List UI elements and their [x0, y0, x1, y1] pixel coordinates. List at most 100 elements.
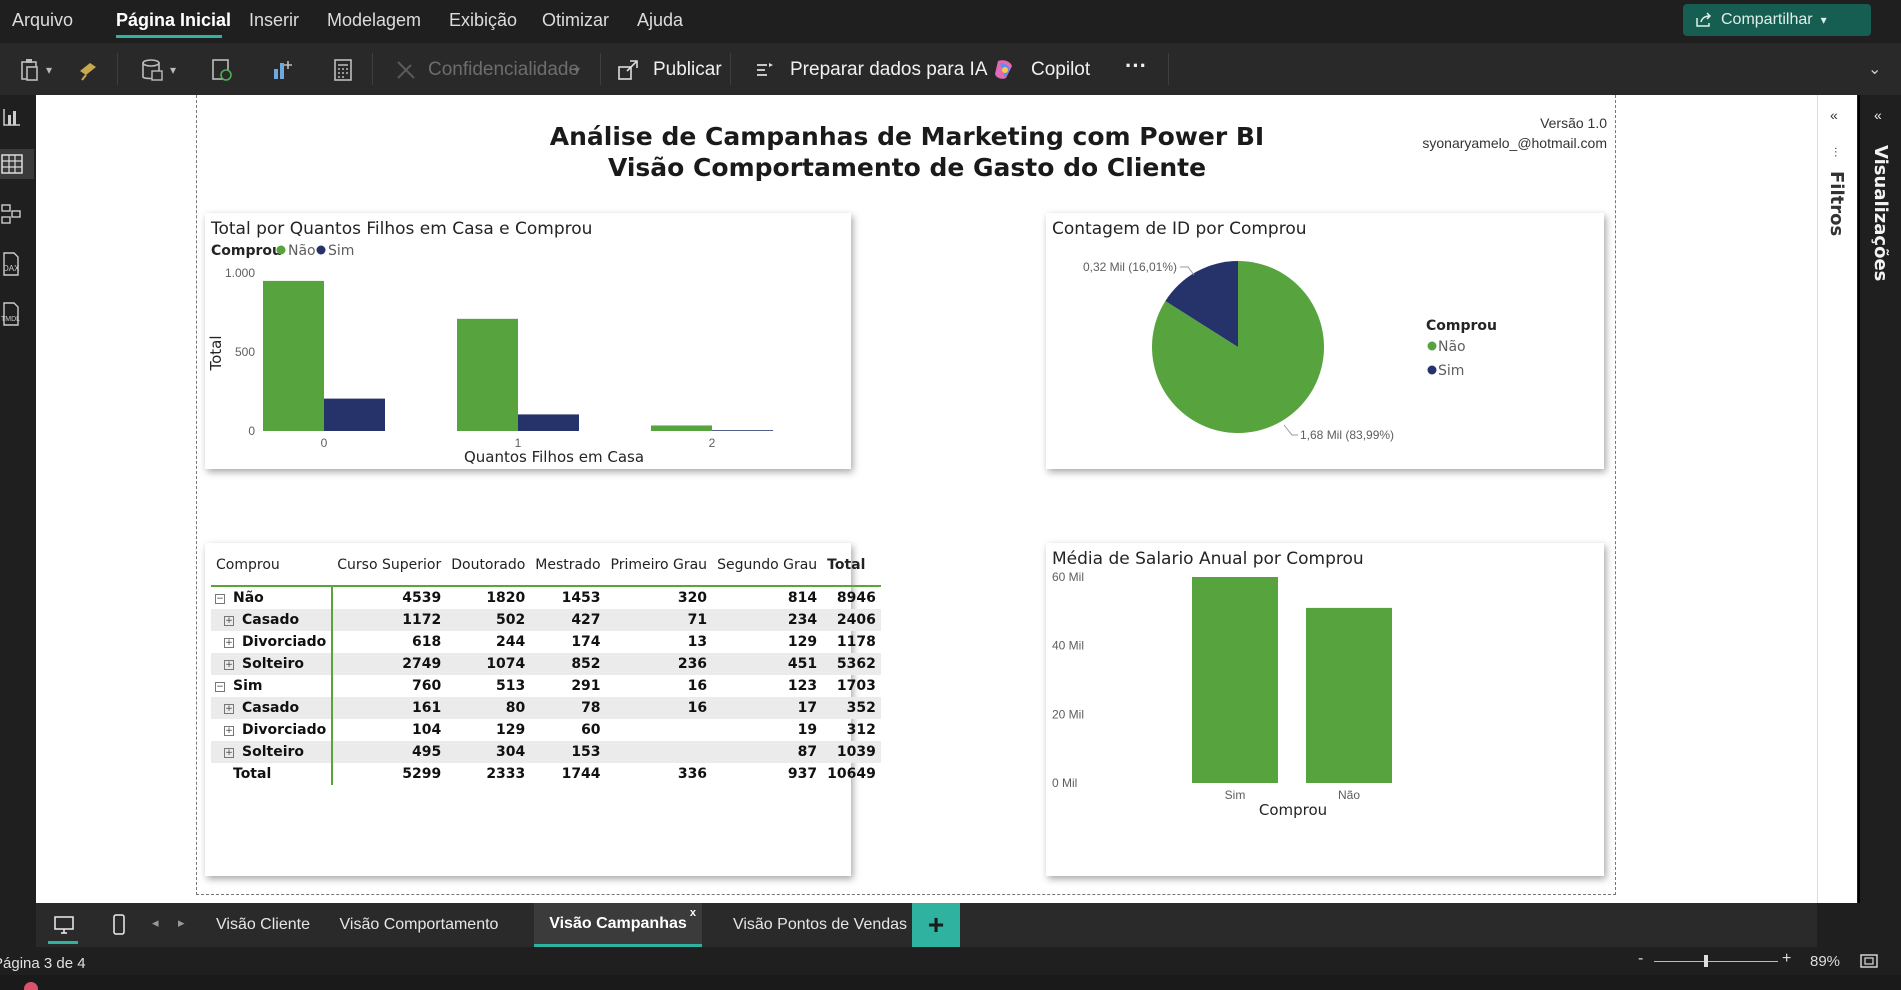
tab-visao-cliente[interactable]: Visão Cliente [208, 903, 318, 947]
paste-icon[interactable] [18, 57, 44, 83]
row-header[interactable]: + Casado [211, 609, 334, 631]
expand-icon[interactable]: + [224, 748, 234, 758]
visualizations-label[interactable]: Visualizações [1870, 145, 1891, 281]
tmdl-view-icon[interactable]: TMDL [0, 299, 34, 329]
row-header[interactable]: Total [211, 763, 334, 785]
tab-visao-campanhas[interactable]: Visão Campanhas x [534, 903, 702, 947]
row-header[interactable]: + Solteiro [211, 741, 334, 763]
model-view-icon[interactable] [0, 199, 34, 229]
fit-to-page-icon[interactable] [1860, 954, 1878, 968]
data-label-nao: 1,68 Mil (83,99%) [1300, 428, 1394, 442]
table-row[interactable]: + Casado 161 80 78 16 17 352 [211, 697, 881, 719]
matrix-header[interactable]: Doutorado [446, 549, 530, 586]
expand-icon[interactable]: + [224, 660, 234, 670]
get-data-icon[interactable] [140, 57, 166, 83]
collapse-icon[interactable]: − [215, 594, 225, 604]
menu-arquivo[interactable]: Arquivo [12, 10, 73, 31]
toolbar-separator [600, 53, 601, 85]
legend-marker [1427, 365, 1437, 375]
collapse-visualizations-icon[interactable]: « [1874, 107, 1882, 123]
table-row[interactable]: + Casado 1172 502 427 71 234 2406 [211, 609, 881, 631]
row-header[interactable]: + Divorciado [211, 719, 334, 741]
table-row[interactable]: Total 5299 2333 1744 336 937 10649 [211, 763, 881, 785]
author-email: syonaryamelo_@hotmail.com [1422, 135, 1607, 151]
chevron-down-icon: ▾ [574, 63, 581, 77]
prepare-data-icon[interactable] [753, 57, 779, 83]
visualizations-pane[interactable]: « Visualizações [1858, 95, 1901, 903]
refresh-icon[interactable] [209, 57, 235, 83]
table-row[interactable]: + Divorciado 618 244 174 13 129 1178 [211, 631, 881, 653]
calculator-icon[interactable] [330, 57, 356, 83]
tab-visao-pontos-de-vendas[interactable]: Visão Pontos de Vendas [722, 903, 918, 947]
table-cell: 427 [530, 609, 606, 631]
expand-icon[interactable]: + [224, 638, 234, 648]
matrix-header[interactable]: Segundo Grau [712, 549, 822, 586]
desktop-layout-icon[interactable] [52, 913, 76, 937]
collapse-icon[interactable]: − [215, 682, 225, 692]
comprou-pie-chart[interactable]: Contagem de ID por Comprou 0,32 Mil (16,… [1046, 213, 1604, 469]
toolbar-separator [1168, 53, 1169, 85]
row-header[interactable]: − Sim [211, 675, 334, 697]
table-cell: 760 [411, 678, 442, 694]
copilot-icon[interactable] [992, 57, 1018, 83]
salario-bar-chart[interactable]: Média de Salario Anual por Comprou 0 Mil… [1046, 543, 1604, 876]
collapse-filters-icon[interactable]: « [1830, 107, 1838, 123]
dax-query-icon[interactable]: DAX [0, 249, 34, 279]
table-row[interactable]: + Divorciado 104 129 60 19 312 [211, 719, 881, 741]
zoom-in-icon[interactable]: + [1782, 950, 1791, 968]
publicar-button[interactable]: Publicar [653, 59, 722, 81]
filters-label[interactable]: Filtros [1826, 171, 1847, 236]
tab-visao-comportamento[interactable]: Visão Comportamento [334, 903, 504, 947]
report-view-icon[interactable] [0, 101, 34, 131]
menu-otimizar[interactable]: Otimizar [542, 10, 609, 31]
zoom-slider-thumb[interactable] [1704, 955, 1708, 967]
row-label: Casado [242, 612, 300, 628]
chevron-down-icon[interactable]: ▾ [46, 63, 52, 77]
share-button[interactable]: Compartilhar ▾ [1683, 4, 1871, 36]
new-visual-icon[interactable] [270, 57, 296, 83]
format-painter-icon[interactable] [76, 57, 102, 83]
menu-inserir[interactable]: Inserir [249, 10, 299, 31]
filters-pane[interactable]: « ⫶ Filtros [1817, 95, 1857, 903]
more-options-button[interactable]: ··· [1125, 53, 1147, 79]
copilot-button[interactable]: Copilot [1031, 59, 1090, 81]
row-label: Casado [242, 700, 300, 716]
expand-icon[interactable]: + [224, 616, 234, 626]
table-view-icon[interactable] [0, 149, 34, 179]
table-row[interactable]: − Sim 760 513 291 16 123 1703 [211, 675, 881, 697]
table-row[interactable]: + Solteiro 495 304 153 87 1039 [211, 741, 881, 763]
matrix-header[interactable]: Primeiro Grau [606, 549, 713, 586]
chevron-down-icon[interactable]: ▾ [170, 63, 176, 77]
row-label: Divorciado [242, 634, 327, 650]
table-row[interactable]: + Solteiro 2749 1074 852 236 451 5362 [211, 653, 881, 675]
mobile-layout-icon[interactable] [110, 913, 128, 937]
menu-pagina-inicial[interactable]: Página Inicial [116, 10, 231, 31]
zoom-level[interactable]: 89% [1810, 953, 1840, 970]
close-tab-icon[interactable]: x [690, 907, 696, 919]
table-row[interactable]: − Não 4539 1820 1453 320 814 8946 [211, 585, 881, 609]
menu-ajuda[interactable]: Ajuda [637, 10, 683, 31]
row-header[interactable]: + Solteiro [211, 653, 334, 675]
next-page-icon[interactable]: ▸ [178, 915, 185, 931]
add-page-button[interactable]: + [912, 903, 960, 947]
row-header[interactable]: + Divorciado [211, 631, 334, 653]
expand-icon[interactable]: + [224, 726, 234, 736]
collapse-ribbon-icon[interactable]: ⌄ [1868, 59, 1881, 79]
matrix-header[interactable]: Comprou [211, 549, 332, 586]
matrix-header[interactable]: Mestrado [530, 549, 605, 586]
filhos-bar-chart[interactable]: Total por Quantos Filhos em Casa e Compr… [205, 213, 851, 469]
publish-icon[interactable] [616, 57, 642, 83]
menu-exibicao[interactable]: Exibição [449, 10, 517, 31]
preparar-dados-button[interactable]: Preparar dados para IA [790, 59, 988, 81]
row-header[interactable]: + Casado [211, 697, 334, 719]
matrix-header[interactable]: Total [822, 549, 881, 586]
zoom-out-icon[interactable]: - [1638, 950, 1643, 968]
comprou-matrix[interactable]: Comprou Curso Superior Doutorado Mestrad… [205, 543, 881, 876]
prev-page-icon[interactable]: ◂ [152, 915, 159, 931]
expand-icon[interactable]: + [224, 704, 234, 714]
matrix-header[interactable]: Curso Superior [332, 549, 446, 586]
menu-modelagem[interactable]: Modelagem [327, 10, 421, 31]
row-header[interactable]: − Não [211, 585, 334, 609]
zoom-slider[interactable] [1654, 961, 1778, 962]
y-tick-label: 60 Mil [1052, 570, 1084, 584]
